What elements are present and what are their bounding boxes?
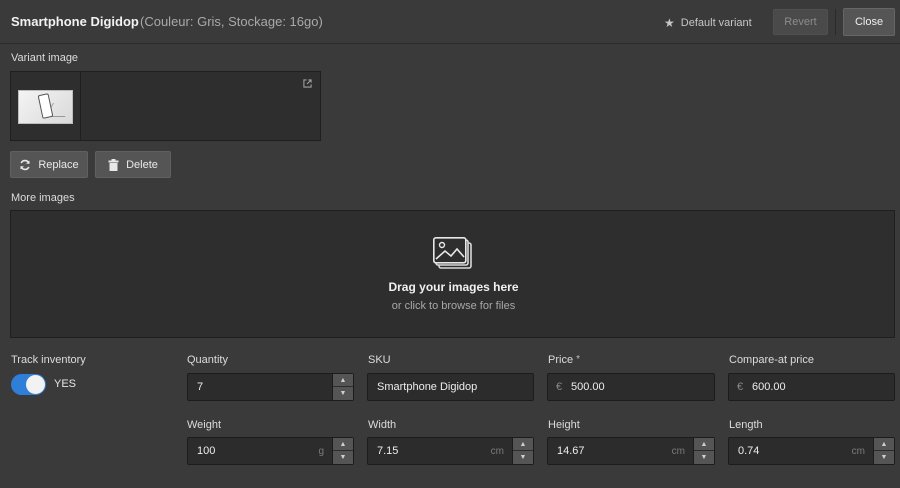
length-field[interactable]: 0.74 cm ▲ ▼	[728, 437, 895, 465]
weight-stepper[interactable]: ▲ ▼	[332, 438, 353, 464]
quantity-field[interactable]: 7 ▲ ▼	[187, 373, 354, 401]
price-field[interactable]: € 500.00	[547, 373, 715, 401]
width-stepper[interactable]: ▲ ▼	[512, 438, 533, 464]
chevron-down-icon[interactable]: ▼	[874, 451, 894, 464]
variant-header: Smartphone Digidop (Couleur: Gris, Stock…	[0, 0, 900, 44]
delete-button[interactable]: Delete	[95, 151, 171, 178]
chevron-up-icon[interactable]: ▲	[333, 374, 353, 387]
star-icon: ★	[664, 16, 675, 30]
replace-label: Replace	[38, 158, 79, 171]
toggle-knob	[26, 375, 45, 394]
smartphone-image	[37, 93, 54, 119]
chevron-up-icon[interactable]: ▲	[874, 438, 894, 451]
refresh-icon	[19, 159, 31, 171]
length-unit: cm	[851, 446, 865, 457]
track-inventory-toggle[interactable]	[11, 374, 46, 395]
currency-symbol: €	[556, 381, 563, 393]
quantity-value: 7	[197, 381, 204, 393]
chevron-down-icon[interactable]: ▼	[333, 387, 353, 400]
variant-image-thumbnail[interactable]	[18, 90, 74, 124]
sku-field[interactable]: Smartphone Digidop	[367, 373, 534, 401]
chevron-down-icon[interactable]: ▼	[513, 451, 533, 464]
height-unit: cm	[671, 446, 685, 457]
sku-value: Smartphone Digidop	[377, 381, 478, 393]
dropzone-subtitle: or click to browse for files	[391, 300, 516, 312]
width-label: Width	[368, 419, 397, 431]
quantity-label: Quantity	[187, 354, 228, 366]
weight-label: Weight	[187, 419, 222, 431]
sku-label: SKU	[368, 354, 391, 366]
width-field[interactable]: 7.15 cm ▲ ▼	[367, 437, 534, 465]
height-field[interactable]: 14.67 cm ▲ ▼	[547, 437, 715, 465]
chevron-up-icon[interactable]: ▲	[333, 438, 353, 451]
chevron-down-icon[interactable]: ▼	[694, 451, 714, 464]
replace-button[interactable]: Replace	[10, 151, 88, 178]
header-divider	[835, 9, 836, 35]
weight-unit: g	[318, 446, 324, 457]
track-inventory-label: Track inventory	[11, 354, 86, 366]
weight-value: 100	[197, 445, 216, 457]
variant-image-label: Variant image	[11, 52, 79, 64]
compare-at-price-label: Compare-at price	[729, 354, 814, 366]
compare-at-price-value: 600.00	[752, 381, 786, 393]
price-label-text: Price	[548, 354, 574, 366]
price-label: Price *	[548, 354, 580, 366]
default-variant-label: Default variant	[680, 17, 752, 29]
trash-icon	[108, 158, 119, 171]
length-label: Length	[729, 419, 763, 431]
chevron-up-icon[interactable]: ▲	[513, 438, 533, 451]
default-variant-button[interactable]: ★ Default variant	[664, 16, 752, 30]
more-images-label: More images	[11, 192, 75, 204]
compare-at-price-field[interactable]: € 600.00	[728, 373, 895, 401]
close-button[interactable]: Close	[843, 8, 895, 36]
height-value: 14.67	[557, 445, 585, 457]
delete-label: Delete	[126, 158, 158, 171]
dropzone-title: Drag your images here	[388, 280, 519, 294]
price-value: 500.00	[571, 381, 605, 393]
revert-button[interactable]: Revert	[773, 9, 828, 35]
variant-image-panel	[10, 71, 321, 141]
currency-symbol: €	[737, 381, 744, 393]
chevron-up-icon[interactable]: ▲	[694, 438, 714, 451]
variant-options: (Couleur: Gris, Stockage: 16go)	[140, 14, 323, 29]
weight-field[interactable]: 100 g ▲ ▼	[187, 437, 354, 465]
toggle-state-label: YES	[54, 378, 77, 390]
length-value: 0.74	[738, 445, 760, 457]
height-stepper[interactable]: ▲ ▼	[693, 438, 714, 464]
external-link-icon[interactable]	[303, 79, 312, 88]
image-dropzone[interactable]: Drag your images here or click to browse…	[10, 210, 895, 338]
variant-image-thumbnail-cell[interactable]	[11, 72, 81, 140]
required-mark: *	[576, 354, 580, 365]
height-label: Height	[548, 419, 580, 431]
product-title: Smartphone Digidop	[11, 14, 139, 29]
length-stepper[interactable]: ▲ ▼	[873, 438, 894, 464]
width-value: 7.15	[377, 445, 399, 457]
chevron-down-icon[interactable]: ▼	[333, 451, 353, 464]
quantity-stepper[interactable]: ▲ ▼	[332, 374, 353, 400]
images-icon	[433, 237, 473, 271]
width-unit: cm	[490, 446, 504, 457]
